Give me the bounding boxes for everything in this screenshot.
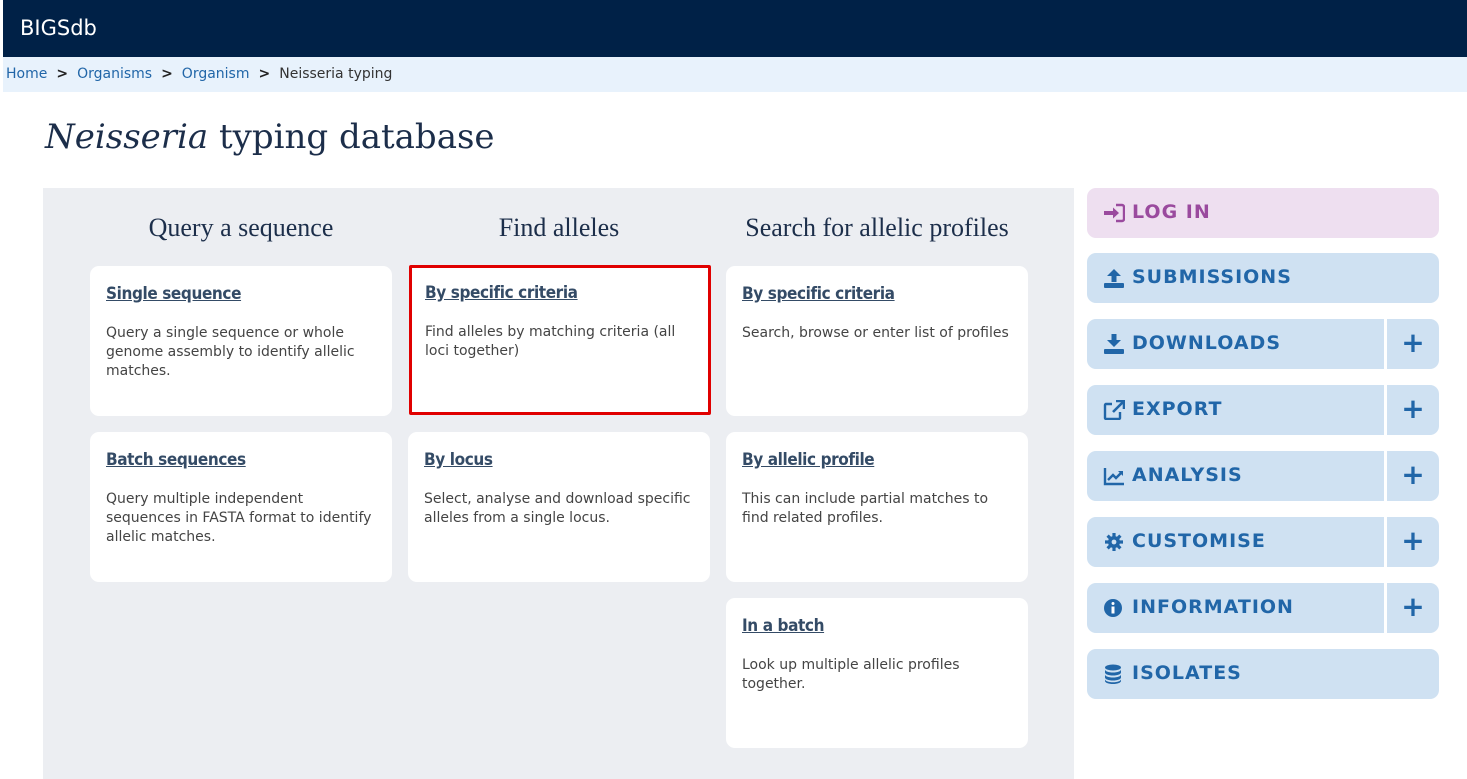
login-label: LOG IN (1132, 201, 1211, 223)
download-icon (1104, 334, 1124, 354)
sign-in-icon (1104, 203, 1125, 223)
page-title: Neisseria typing database (45, 117, 495, 157)
submissions-label: SUBMISSIONS (1132, 266, 1292, 288)
card-by-locus[interactable]: By locus Select, analyse and download sp… (408, 432, 710, 582)
info-circle-icon (1104, 599, 1122, 617)
in-a-batch-description: Look up multiple allelic profiles togeth… (742, 657, 960, 692)
export-expand-button[interactable]: + (1384, 385, 1439, 435)
by-allelic-profile-link[interactable]: By allelic profile (742, 450, 1012, 470)
profiles-specific-criteria-link[interactable]: By specific criteria (742, 284, 1012, 304)
breadcrumb-bar: Home > Organisms > Organism > Neisseria typing (3, 57, 1467, 92)
breadcrumb-organisms-link[interactable]: Organisms (77, 66, 152, 82)
column-heading-alleles: Find alleles (498, 213, 620, 242)
card-in-a-batch[interactable]: In a batch Look up multiple allelic prof… (726, 598, 1028, 748)
analysis-expand-button[interactable]: + (1384, 451, 1439, 501)
single-sequence-description: Query a single sequence or whole genome … (106, 325, 355, 379)
plus-icon: + (1401, 392, 1425, 425)
chart-line-icon (1103, 468, 1124, 486)
external-link-icon (1103, 400, 1125, 420)
submissions-button[interactable]: SUBMISSIONS (1087, 253, 1439, 303)
login-button[interactable]: LOG IN (1087, 188, 1439, 238)
column-heading-query: Query a sequence (148, 213, 334, 242)
breadcrumb: Home > Organisms > Organism > Neisseria typing (6, 66, 392, 82)
plus-icon: + (1401, 326, 1425, 359)
information-expand-button[interactable]: + (1384, 583, 1439, 633)
card-single-sequence[interactable]: Single sequence Query a single sequence … (90, 266, 392, 416)
plus-icon: + (1401, 458, 1425, 491)
breadcrumb-separator: > (258, 66, 271, 82)
top-header-bar: BIGSdb (3, 0, 1467, 57)
downloads-section[interactable]: DOWNLOADS + (1087, 319, 1439, 369)
batch-sequences-description: Query multiple independent sequences in … (106, 491, 372, 545)
database-icon (1105, 664, 1121, 684)
card-alleles-specific-criteria[interactable]: By specific criteria Find alleles by mat… (409, 265, 711, 415)
breadcrumb-separator: > (56, 66, 69, 82)
export-section[interactable]: EXPORT + (1087, 385, 1439, 435)
brand-logo[interactable]: BIGSdb (20, 16, 97, 40)
alleles-specific-criteria-description: Find alleles by matching criteria (all l… (425, 324, 676, 359)
information-label: INFORMATION (1132, 596, 1294, 618)
by-locus-description: Select, analyse and download specific al… (424, 491, 691, 526)
in-a-batch-link[interactable]: In a batch (742, 616, 1012, 636)
analysis-section[interactable]: ANALYSIS + (1087, 451, 1439, 501)
gear-icon (1105, 533, 1123, 551)
breadcrumb-separator: > (161, 66, 173, 82)
customise-expand-button[interactable]: + (1384, 517, 1439, 567)
plus-icon: + (1401, 590, 1425, 623)
breadcrumb-current: Neisseria typing (279, 66, 393, 82)
upload-icon (1104, 269, 1124, 288)
profiles-specific-criteria-description: Search, browse or enter list of profiles (742, 325, 1009, 341)
plus-icon: + (1401, 524, 1425, 557)
by-allelic-profile-description: This can include partial matches to find… (742, 491, 989, 526)
breadcrumb-organism-link[interactable]: Organism (182, 66, 250, 82)
isolates-label: ISOLATES (1132, 662, 1242, 684)
card-by-allelic-profile[interactable]: By allelic profile This can include part… (726, 432, 1028, 582)
information-section[interactable]: INFORMATION + (1087, 583, 1439, 633)
page-title-genus: Neisseria (45, 117, 209, 157)
customise-section[interactable]: CUSTOMISE + (1087, 517, 1439, 567)
analysis-label: ANALYSIS (1132, 464, 1243, 486)
breadcrumb-home-link[interactable]: Home (6, 66, 47, 82)
by-locus-link[interactable]: By locus (424, 450, 694, 470)
card-batch-sequences[interactable]: Batch sequences Query multiple independe… (90, 432, 392, 582)
alleles-specific-criteria-link[interactable]: By specific criteria (425, 283, 695, 303)
downloads-expand-button[interactable]: + (1384, 319, 1439, 369)
batch-sequences-link[interactable]: Batch sequences (106, 450, 376, 470)
single-sequence-link[interactable]: Single sequence (106, 284, 376, 304)
customise-label: CUSTOMISE (1132, 530, 1266, 552)
main-panel: Query a sequence Find alleles Search for… (43, 188, 1074, 779)
column-heading-profiles: Search for allelic profiles (745, 213, 1009, 242)
export-label: EXPORT (1132, 398, 1223, 420)
isolates-button[interactable]: ISOLATES (1087, 649, 1439, 699)
downloads-label: DOWNLOADS (1132, 332, 1282, 354)
page-title-rest: typing database (208, 117, 495, 157)
card-profiles-specific-criteria[interactable]: By specific criteria Search, browse or e… (726, 266, 1028, 416)
